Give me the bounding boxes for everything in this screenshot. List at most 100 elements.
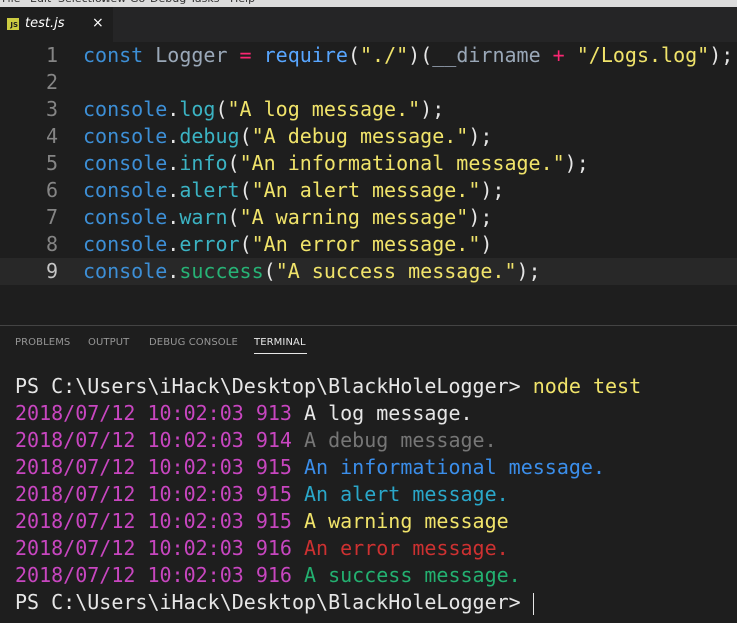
code-line[interactable]: 5 console.info("An informational message.… — [0, 150, 737, 177]
line-number: 2 — [45, 70, 58, 94]
code-token: + — [552, 43, 565, 67]
line-number: 4 — [45, 124, 58, 148]
code-line[interactable]: 4 console.debug("A debug message."); — [0, 123, 737, 150]
code-token: ( — [263, 259, 276, 283]
code-line[interactable]: 1 const Logger = require("./")(__dirname … — [0, 42, 737, 69]
code-token: ); — [468, 205, 493, 229]
code-token: "/Logs.log" — [576, 43, 710, 67]
panel-tab-bar: PROBLEMS OUTPUT DEBUG CONSOLE TERMINAL — [0, 326, 737, 360]
code-token: info — [179, 151, 228, 175]
log-timestamp: 2018/07/12 10:02:03 916 — [15, 563, 304, 587]
terminal-prompt: PS C:\Users\iHack\Desktop\BlackHoleLogge… — [15, 374, 533, 398]
code-token: alert — [179, 178, 240, 202]
code-token: console — [83, 178, 168, 202]
log-message: A success message. — [303, 563, 521, 587]
code-line[interactable]: 6 console.alert("An alert message."); — [0, 177, 737, 204]
code-text: console.debug("A debug message."); — [83, 123, 492, 150]
code-token: "A success message." — [275, 259, 517, 283]
code-token: console — [83, 97, 168, 121]
code-token: "A log message." — [227, 97, 421, 121]
log-line: 2018/07/12 10:02:03 915 An alert message… — [15, 481, 509, 508]
tab-filename: test.js — [25, 16, 65, 31]
code-token: success — [179, 259, 264, 283]
code-token: )( — [408, 43, 433, 67]
terminal-output[interactable]: PS C:\Users\iHack\Desktop\BlackHoleLogge… — [0, 360, 737, 623]
code-text: console.info("An informational message."… — [83, 150, 589, 177]
code-token: . — [167, 124, 180, 148]
code-token: console — [83, 232, 168, 256]
code-line[interactable]: 8 console.error("An error message.") — [0, 231, 737, 258]
code-token: . — [167, 178, 180, 202]
menu-item-tasks[interactable]: Tasks — [190, 0, 219, 5]
code-text: console.log("A log message."); — [83, 96, 444, 123]
menu-item-edit[interactable]: Edit — [30, 0, 51, 5]
code-token: ( — [239, 124, 252, 148]
code-text: console.error("An error message.") — [83, 231, 492, 258]
js-file-icon: JS — [7, 18, 19, 30]
code-token: "A debug message." — [251, 124, 469, 148]
code-line[interactable]: 3 console.log("A log message."); — [0, 96, 737, 123]
menu-item-go[interactable]: Go — [130, 0, 145, 5]
terminal-cursor — [532, 592, 534, 615]
menu-item-view[interactable]: View — [100, 0, 126, 5]
log-message: A warning message — [303, 509, 509, 533]
terminal-command: node test — [532, 374, 642, 398]
log-timestamp: 2018/07/12 10:02:03 913 — [15, 401, 304, 425]
terminal-prompt-line: PS C:\Users\iHack\Desktop\BlackHoleLogge… — [15, 589, 534, 616]
line-number: 9 — [45, 259, 58, 283]
log-line: 2018/07/12 10:02:03 915 An informational… — [15, 454, 605, 481]
menu-item-file[interactable]: File — [2, 0, 20, 5]
code-token: "An error message." — [251, 232, 481, 256]
line-number: 6 — [45, 178, 58, 202]
code-editor[interactable]: 1 const Logger = require("./")(__dirname … — [0, 42, 737, 325]
menu-item-debug[interactable]: Debug — [150, 0, 186, 5]
code-token: ); — [709, 43, 734, 67]
code-line[interactable]: 7 console.warn("A warning message"); — [0, 204, 737, 231]
log-message: A debug message. — [303, 428, 497, 452]
code-text: console.warn("A warning message"); — [83, 204, 492, 231]
code-token: . — [167, 259, 180, 283]
close-icon[interactable]: × — [92, 15, 104, 31]
log-message: An alert message. — [303, 482, 509, 506]
tab-terminal[interactable]: TERMINAL — [254, 337, 306, 348]
log-line: 2018/07/12 10:02:03 916 An error message… — [15, 535, 509, 562]
code-token: Logger — [143, 43, 240, 67]
line-number: 1 — [45, 43, 58, 67]
terminal-prompt: PS C:\Users\iHack\Desktop\BlackHoleLogge… — [15, 590, 521, 614]
code-line[interactable]: 2 — [0, 69, 737, 96]
code-token: . — [167, 97, 180, 121]
tab-problems[interactable]: PROBLEMS — [15, 337, 70, 348]
code-token: error — [179, 232, 240, 256]
code-token: console — [83, 205, 168, 229]
code-token: warn — [179, 205, 228, 229]
line-number: 5 — [45, 151, 58, 175]
code-token: ); — [564, 151, 589, 175]
code-token: "An informational message." — [239, 151, 565, 175]
code-token: ); — [516, 259, 541, 283]
code-text: console.success("A success message."); — [83, 258, 541, 285]
code-token: ( — [239, 232, 252, 256]
code-token: = — [239, 43, 252, 67]
line-number: 3 — [45, 97, 58, 121]
menu-item-help[interactable]: Help — [230, 0, 255, 5]
code-token: ( — [239, 178, 252, 202]
line-number: 8 — [45, 232, 58, 256]
log-timestamp: 2018/07/12 10:02:03 915 — [15, 509, 304, 533]
code-token: ( — [227, 205, 240, 229]
log-timestamp: 2018/07/12 10:02:03 914 — [15, 428, 304, 452]
code-token: require — [263, 43, 348, 67]
code-token: console — [83, 124, 168, 148]
tab-debug-console[interactable]: DEBUG CONSOLE — [149, 337, 238, 348]
code-token: . — [167, 232, 180, 256]
code-line[interactable]: 9 console.success("A success message."); — [0, 258, 737, 285]
log-line: 2018/07/12 10:02:03 913 A log message. — [15, 400, 473, 427]
terminal-command-line: PS C:\Users\iHack\Desktop\BlackHoleLogge… — [15, 373, 641, 400]
tab-output[interactable]: OUTPUT — [88, 337, 129, 348]
code-token: ( — [215, 97, 228, 121]
code-token: . — [167, 151, 180, 175]
code-token: const — [83, 43, 144, 67]
tab-test-js[interactable]: JS test.js × — [0, 7, 113, 42]
